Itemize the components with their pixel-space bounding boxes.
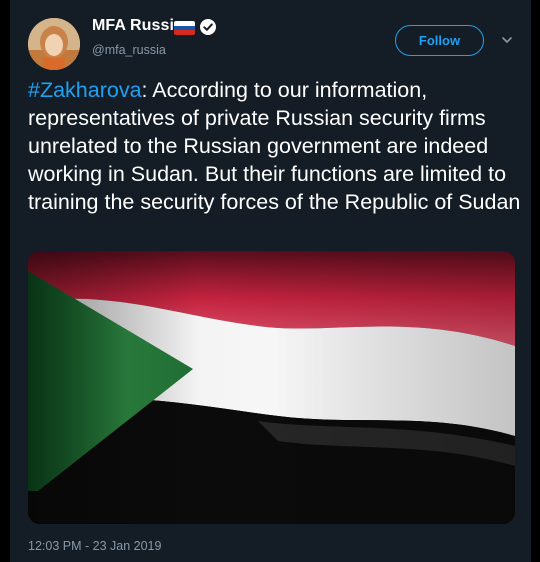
chevron-down-icon[interactable] — [500, 33, 514, 47]
follow-button[interactable]: Follow — [395, 25, 484, 56]
account-name[interactable]: MFA Russia — [92, 17, 183, 35]
tweet-card: MFA Russia @mfa_russia Follow #Zakharova… — [10, 0, 531, 562]
hashtag-link[interactable]: #Zakharova — [28, 78, 142, 102]
sudan-flag-image — [28, 251, 515, 524]
verified-badge-icon — [200, 19, 216, 35]
avatar[interactable] — [28, 18, 80, 70]
tweet-media[interactable] — [28, 251, 515, 524]
tweet-timestamp[interactable]: 12:03 PM - 23 Jan 2019 — [28, 539, 161, 553]
account-handle[interactable]: @mfa_russia — [92, 43, 166, 57]
russian-flag-icon — [174, 21, 195, 35]
tweet-text: #Zakharova: According to our information… — [28, 76, 523, 216]
